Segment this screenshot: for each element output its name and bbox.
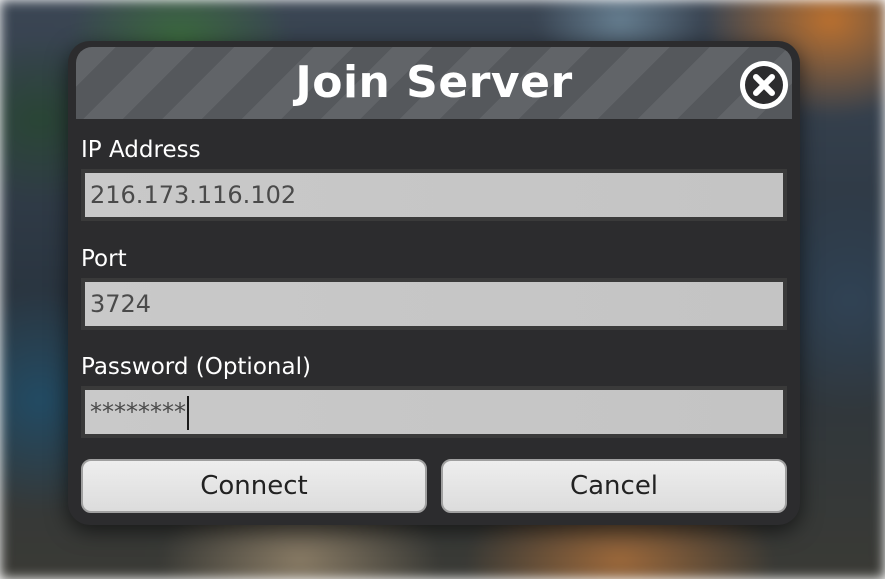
close-button[interactable]: [740, 61, 788, 109]
port-label: Port: [81, 246, 127, 272]
ip-address-field[interactable]: 216.173.116.102: [81, 169, 787, 221]
ip-address-label: IP Address: [81, 137, 201, 163]
dialog-title-bar: Join Server: [76, 47, 792, 119]
close-icon: [745, 66, 783, 104]
port-input[interactable]: 3724: [85, 282, 783, 326]
text-caret: [187, 396, 189, 430]
connect-button[interactable]: Connect: [81, 459, 427, 513]
password-masked-value: ********: [90, 398, 186, 426]
password-input[interactable]: ********: [85, 390, 783, 434]
port-field[interactable]: 3724: [81, 278, 787, 330]
dialog-title: Join Server: [295, 57, 573, 108]
ip-address-input[interactable]: 216.173.116.102: [85, 173, 783, 217]
password-label: Password (Optional): [81, 354, 311, 380]
join-server-dialog: Join Server IP Address 216.173.116.102 P…: [68, 41, 800, 525]
cancel-button[interactable]: Cancel: [441, 459, 787, 513]
password-field[interactable]: ********: [81, 386, 787, 438]
